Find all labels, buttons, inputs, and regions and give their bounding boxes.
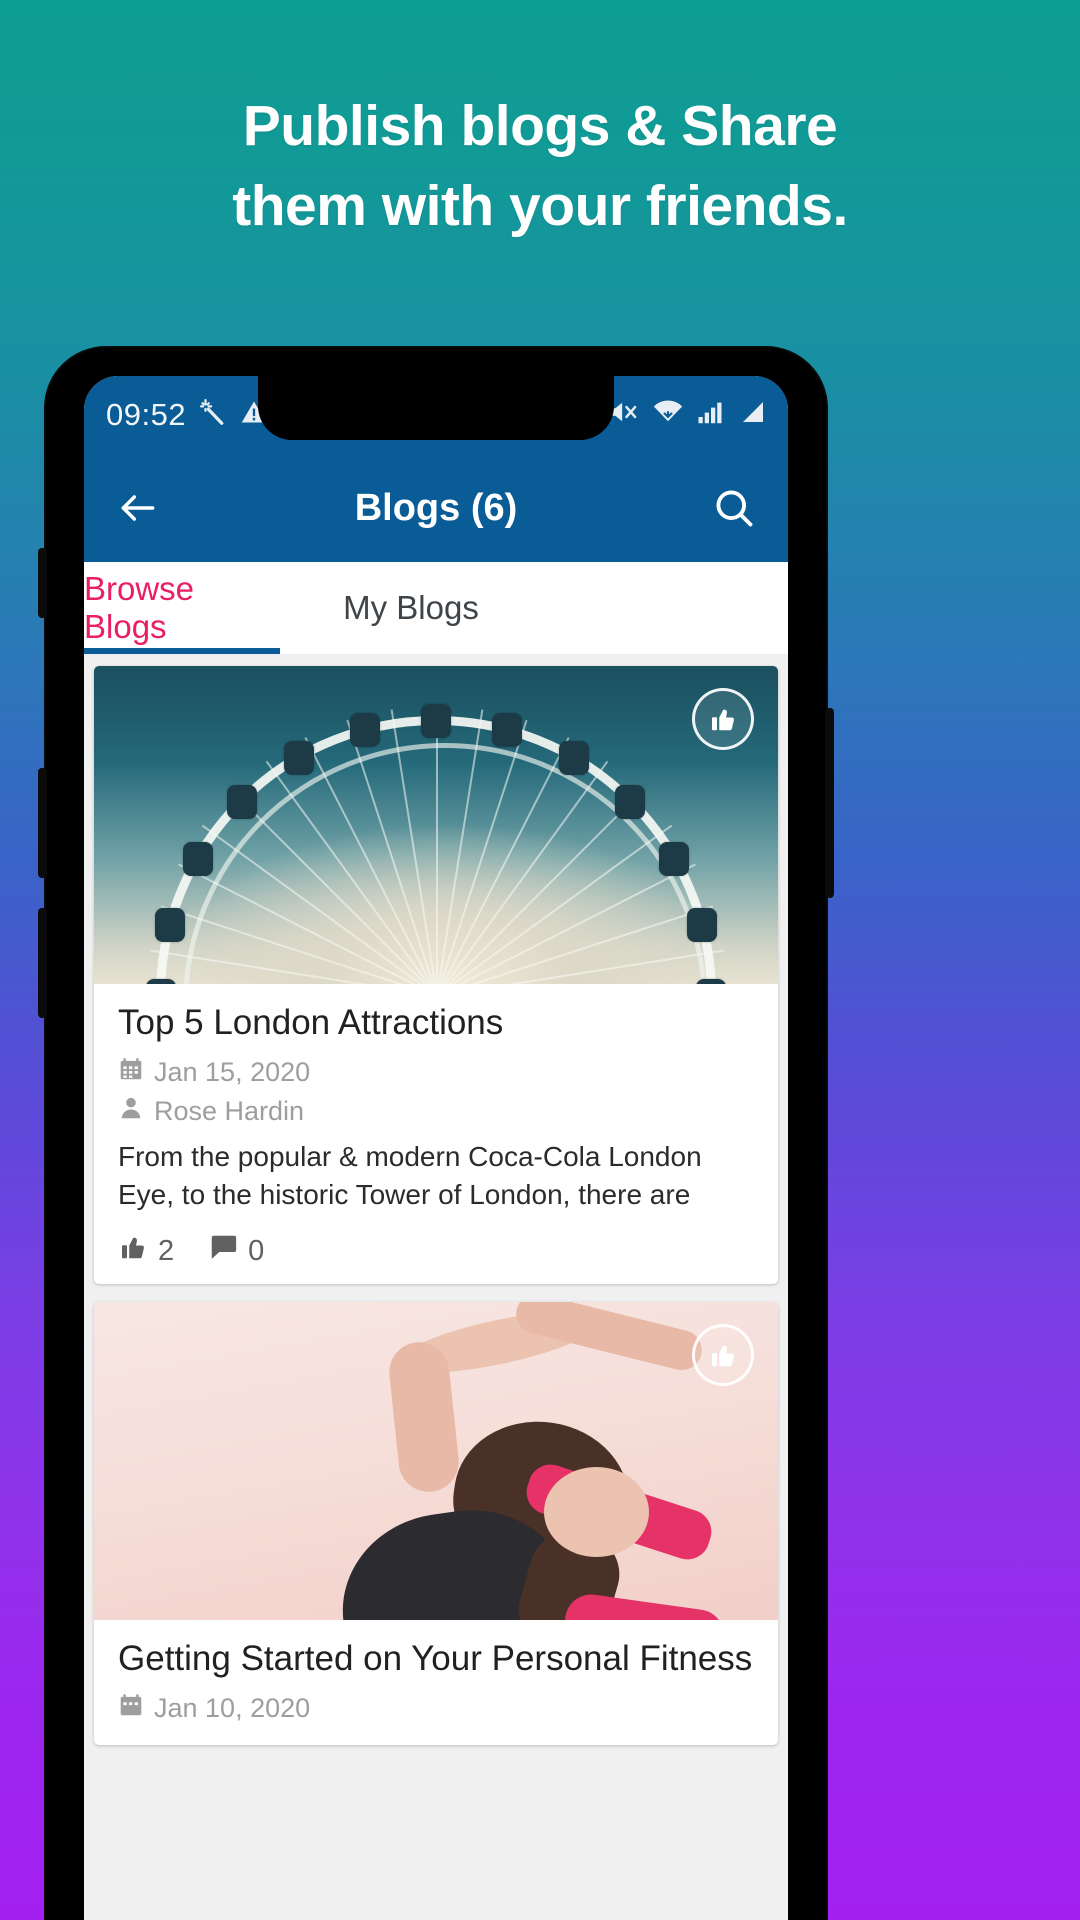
page-title: Blogs (6)	[354, 486, 518, 529]
ferris-wheel-pod	[421, 704, 451, 738]
tab-bar: Browse Blogs My Blogs	[84, 562, 788, 656]
blog-card-comment-count: 0	[248, 1234, 265, 1267]
blog-card-date-row: Jan 15, 2020	[118, 1056, 754, 1089]
phone-screen: 09:52 Blogs (6) Browse Blogs My Blogs To…	[84, 376, 788, 1920]
blog-card-excerpt: From the popular & modern Coca-Cola Lond…	[118, 1141, 702, 1210]
ferris-wheel-pod	[283, 740, 314, 775]
magic-wand-icon	[198, 397, 228, 433]
signal-icon	[696, 397, 726, 433]
ferris-wheel-pod	[349, 713, 380, 748]
status-bar-time: 09:52	[106, 397, 187, 432]
ferris-wheel-photo	[94, 666, 778, 984]
yoga-face	[544, 1467, 649, 1557]
blog-card-date: Jan 10, 2020	[154, 1693, 311, 1723]
blog-card-author-row: Rose Hardin	[118, 1095, 754, 1128]
ferris-wheel-pod	[492, 713, 523, 748]
ferris-wheel-pod	[182, 841, 213, 876]
back-arrow-icon[interactable]	[112, 482, 164, 534]
blog-card-date-row: Jan 10, 2020	[118, 1692, 754, 1725]
blog-card-stats: 2 0	[118, 1232, 754, 1270]
wifi-icon	[652, 397, 684, 433]
ferris-wheel-rim	[146, 704, 726, 984]
blog-card-image	[94, 666, 778, 984]
blog-card-body: Top 5 London Attractions Jan 15, 2020 Ro…	[94, 984, 778, 1284]
status-bar-left: 09:52	[106, 397, 268, 433]
status-bar-right	[608, 397, 772, 433]
calendar-icon	[118, 1056, 144, 1089]
blog-card[interactable]: Getting Started on Your Personal Fitness…	[94, 1302, 778, 1745]
tab-active-indicator	[84, 648, 280, 654]
phone-volume-down-button	[38, 908, 47, 1018]
blog-card-date: Jan 15, 2020	[154, 1057, 311, 1087]
yoga-pose-photo	[94, 1302, 778, 1620]
app-bar: Blogs (6)	[84, 454, 788, 562]
phone-side-button	[38, 548, 47, 618]
blog-card-body: Getting Started on Your Personal Fitness…	[94, 1620, 778, 1745]
blog-card[interactable]: Top 5 London Attractions Jan 15, 2020 Ro…	[94, 666, 778, 1284]
thumbs-up-icon[interactable]	[118, 1232, 148, 1270]
phone-power-button	[825, 708, 834, 898]
tab-my-blogs[interactable]: My Blogs	[324, 562, 498, 654]
like-button[interactable]	[692, 688, 754, 750]
blog-feed[interactable]: Top 5 London Attractions Jan 15, 2020 Ro…	[84, 656, 788, 1920]
ferris-wheel-pod	[686, 907, 717, 942]
phone-notch	[258, 376, 614, 440]
phone-mockup: 09:52 Blogs (6) Browse Blogs My Blogs To…	[38, 348, 834, 1920]
promo-headline: Publish blogs & Share them with your fri…	[0, 86, 1080, 246]
blog-card-author: Rose Hardin	[154, 1096, 305, 1126]
tab-my-blogs-label: My Blogs	[343, 589, 479, 626]
tab-browse-blogs[interactable]: Browse Blogs	[84, 562, 280, 654]
promo-headline-line-2: them with your friends.	[232, 174, 848, 238]
promo-headline-line-1: Publish blogs & Share	[242, 94, 838, 158]
ferris-wheel-spoke	[436, 706, 438, 984]
status-bar: 09:52	[84, 376, 788, 454]
yoga-waistband	[560, 1591, 728, 1620]
promo-screenshot: Publish blogs & Share them with your fri…	[0, 0, 1080, 1920]
search-icon[interactable]	[708, 482, 760, 534]
ferris-wheel-pod	[146, 979, 176, 984]
ferris-wheel-pod	[558, 740, 589, 775]
blog-card-image	[94, 1302, 778, 1620]
blog-card-title: Getting Started on Your Personal Fitness…	[118, 1639, 754, 1678]
ferris-wheel-pod	[615, 784, 646, 819]
comment-icon[interactable]	[208, 1232, 238, 1270]
tab-browse-blogs-label: Browse Blogs	[84, 570, 195, 645]
ferris-wheel-pod	[155, 907, 186, 942]
battery-icon	[738, 397, 768, 433]
blog-card-title: Top 5 London Attractions	[118, 1003, 504, 1042]
blog-card-like-count: 2	[158, 1234, 175, 1267]
like-button[interactable]	[692, 1324, 754, 1386]
ferris-wheel-pod	[659, 841, 690, 876]
ferris-wheel-pod	[696, 979, 726, 984]
calendar-icon	[118, 1692, 144, 1725]
ferris-wheel-pod	[226, 784, 257, 819]
phone-volume-up-button	[38, 768, 47, 878]
user-icon	[118, 1095, 144, 1128]
